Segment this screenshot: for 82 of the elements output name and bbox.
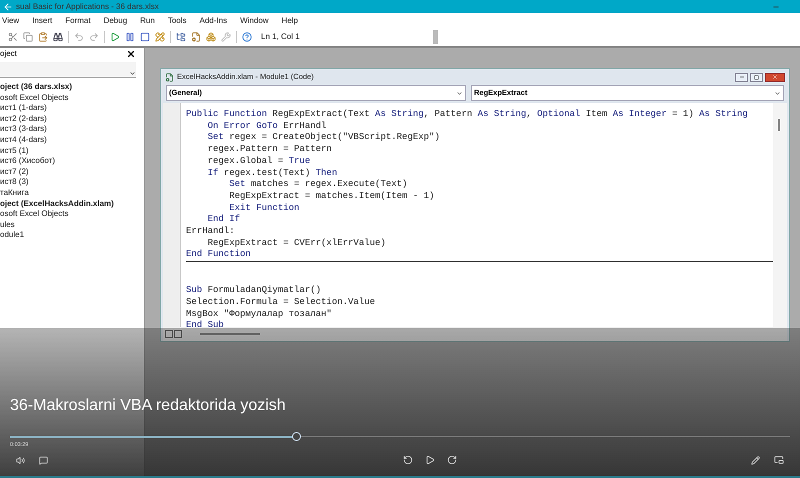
copy-icon[interactable] — [23, 32, 33, 42]
menu-item[interactable]: Add-Ins — [200, 14, 228, 26]
code-line: Set regex = CreateObject("VBScript.RegExp") — [206, 132, 440, 144]
window-title: sual Basic for Applications - 36 dars.xlsx — [16, 0, 159, 12]
minimize-button[interactable] — [735, 72, 748, 82]
tree-item[interactable]: oject (ExcelHacksAddin.xlam) — [0, 198, 144, 210]
code-line: RegExpExtract = CVErr(xlErrValue) — [206, 238, 386, 250]
module-icon — [165, 72, 174, 82]
pencil-icon[interactable] — [751, 456, 760, 464]
menu-item[interactable]: Insert — [32, 14, 52, 26]
code-line: End Function — [186, 249, 251, 262]
tree-item[interactable]: osoft Excel Objects — [0, 209, 144, 220]
minimize-icon — [738, 74, 744, 80]
tree-item[interactable]: ules — [0, 220, 144, 230]
code-line: On Error GoTo ErrHandl — [206, 120, 326, 132]
mini-view-icon[interactable] — [774, 455, 784, 465]
help-icon[interactable] — [242, 32, 252, 42]
code-line: Set matches = regex.Execute(Text) — [228, 179, 408, 191]
forward-icon[interactable] — [447, 455, 457, 465]
tree-item[interactable]: ист8 (3) — [0, 177, 144, 188]
close-icon — [772, 74, 778, 80]
progress-thumb[interactable] — [292, 432, 302, 441]
code-line: Exit Function — [228, 202, 300, 214]
procedure-view-icon[interactable] — [165, 330, 173, 338]
toolbar-scroll-handle[interactable] — [432, 30, 438, 44]
tree-item[interactable]: odule1 — [0, 230, 144, 241]
code-line: End Sub — [186, 320, 224, 332]
module-view-icon[interactable] — [174, 330, 182, 338]
code-line: RegExpExtract = matches.Item(Item - 1) — [228, 190, 434, 203]
tree-item[interactable]: ист4 (4-dars) — [0, 134, 144, 146]
code-line: End If — [206, 214, 240, 226]
code-line: Selection.Formula = Selection.Value — [186, 296, 376, 309]
code-line: If regex.test(Text) Then — [206, 168, 338, 180]
close-button[interactable] — [765, 72, 785, 82]
tree-item[interactable]: ист5 (1) — [0, 146, 144, 156]
paste-icon[interactable] — [38, 32, 48, 42]
tree-item[interactable]: ист1 (1-dars) — [0, 103, 144, 114]
horizontal-scroll-thumb[interactable] — [200, 333, 260, 335]
tree-item[interactable]: ист6 (Хисобот) — [0, 156, 144, 167]
chevron-down-icon — [456, 90, 463, 96]
binoculars-icon[interactable] — [53, 32, 63, 42]
cut-icon[interactable] — [8, 32, 18, 42]
tree-item[interactable]: ист2 (2-dars) — [0, 114, 144, 124]
volume-icon[interactable] — [16, 456, 25, 464]
tree-item[interactable]: oject (36 dars.xlsx) — [0, 82, 144, 93]
menu-item[interactable]: Help — [282, 14, 298, 26]
restore-icon — [754, 74, 759, 80]
panel-title: oject — [0, 48, 17, 60]
tree-item[interactable]: таКнига — [0, 188, 144, 199]
chevron-down-icon — [774, 90, 781, 96]
video-title: 36-Makroslarni VBA redaktorida yozish — [10, 396, 287, 416]
scroll-thumb[interactable] — [778, 119, 780, 131]
file-gear-icon[interactable] — [191, 32, 201, 42]
captions-icon[interactable] — [39, 456, 48, 464]
ruler-pencil-icon[interactable] — [155, 32, 165, 42]
stop-icon[interactable] — [140, 32, 150, 42]
code-line: regex.Pattern = Pattern — [206, 144, 332, 156]
menu-item[interactable]: Run — [140, 14, 155, 26]
play-icon[interactable] — [110, 32, 120, 42]
restore-button[interactable] — [750, 72, 763, 82]
menu-item[interactable]: Debug — [104, 14, 128, 26]
cursor-position: Ln 1, Col 1 — [261, 31, 300, 43]
boxes-icon[interactable] — [206, 32, 216, 42]
folder-tree-icon[interactable] — [176, 32, 186, 42]
close-icon[interactable] — [126, 49, 136, 59]
tree-item[interactable]: osoft Excel Objects — [0, 92, 144, 104]
back-icon[interactable] — [3, 2, 13, 12]
code-line: regex.Global = True — [206, 156, 310, 168]
menu-item[interactable]: Format — [65, 14, 91, 26]
menu-item[interactable]: Tools — [168, 14, 187, 26]
rewind-icon[interactable] — [403, 455, 413, 465]
code-line: ErrHandl: — [186, 226, 235, 238]
menu-item[interactable]: Window — [240, 14, 269, 26]
tree-item[interactable]: ист3 (3-dars) — [0, 124, 144, 135]
undo-icon[interactable] — [74, 32, 84, 42]
pause-icon[interactable] — [125, 32, 135, 42]
menu-item[interactable]: View — [2, 14, 20, 26]
code-line: MsgBox "Формулалар тозалан" — [186, 308, 332, 320]
redo-icon[interactable] — [89, 32, 99, 42]
tree-item[interactable]: ист7 (2) — [0, 166, 144, 178]
code-line: Public Function RegExpExtract(Text As String, Pattern As String, Optional Item As Integer = 1) As String — [186, 109, 748, 121]
code-line: Sub FormuladanQiymatlar() — [186, 285, 322, 297]
